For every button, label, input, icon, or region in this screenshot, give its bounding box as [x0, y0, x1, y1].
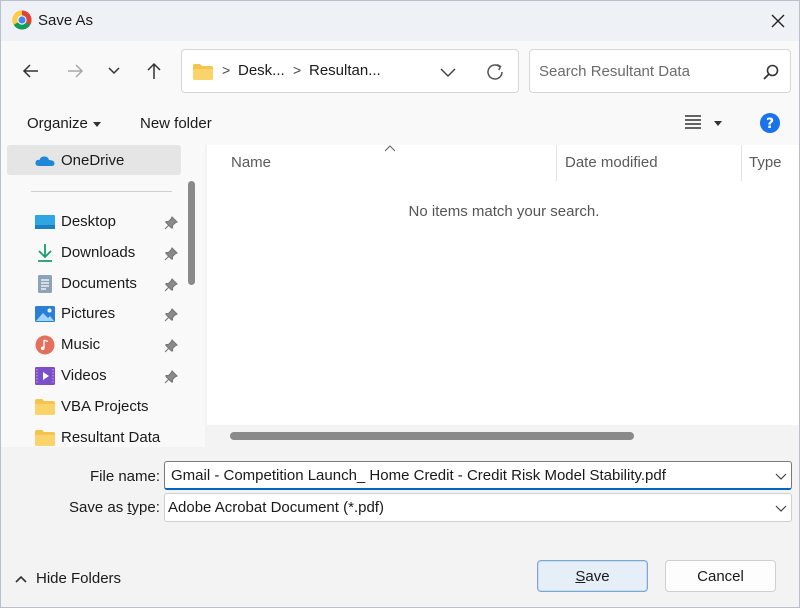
close-icon	[771, 14, 785, 28]
column-divider[interactable]	[556, 145, 557, 181]
column-divider[interactable]	[741, 145, 742, 181]
file-list: Name Date modified Type No items match y…	[207, 145, 799, 447]
divider	[31, 191, 172, 192]
empty-state-message: No items match your search.	[408, 203, 600, 220]
pin-icon[interactable]	[164, 370, 178, 384]
documents-icon	[38, 275, 52, 293]
caret-down-icon	[93, 122, 101, 127]
folder-icon	[35, 399, 55, 415]
svg-text:?: ?	[766, 116, 774, 132]
download-icon	[38, 244, 52, 262]
up-button[interactable]	[138, 55, 170, 87]
sidebar-item-label: Resultant Data	[61, 429, 161, 446]
sidebar-scrollbar[interactable]	[188, 181, 195, 285]
music-icon	[35, 335, 55, 355]
file-name-label: File name:	[90, 468, 161, 485]
chevron-down-icon[interactable]	[775, 473, 787, 480]
sidebar-item-label: Desktop	[61, 213, 117, 230]
breadcrumb-resultant[interactable]: Resultan...	[309, 62, 381, 79]
save-label-accel: S	[575, 567, 586, 585]
help-icon[interactable]: ?	[759, 112, 781, 134]
folder-icon	[193, 64, 213, 80]
file-name-value: Gmail - Competition Launch_ Home Credit …	[171, 467, 666, 484]
breadcrumb-separator: >	[293, 62, 302, 78]
onedrive-icon	[35, 156, 55, 166]
search-icon[interactable]	[762, 63, 780, 81]
sidebar-item-label: Videos	[61, 367, 107, 384]
save-as-type-value: Adobe Acrobat Document (*.pdf)	[168, 499, 384, 516]
address-bar[interactable]: > Desk... > Resultan...	[181, 49, 519, 93]
desktop-icon	[35, 215, 55, 229]
sidebar-item-desktop[interactable]: Desktop	[35, 208, 185, 236]
search-box[interactable]: Search Resultant Data	[529, 49, 791, 93]
sidebar-item-music[interactable]: Music	[35, 331, 185, 359]
sort-ascending-icon	[384, 145, 396, 152]
save-as-dialog: Save As > Desk... > Resultan... Search R…	[0, 0, 800, 608]
pin-icon[interactable]	[164, 216, 178, 230]
pin-icon[interactable]	[164, 278, 178, 292]
scrollbar-thumb[interactable]	[230, 432, 634, 440]
cancel-button[interactable]: Cancel	[665, 560, 776, 592]
sidebar-item-videos[interactable]: Videos	[35, 362, 185, 390]
sidebar-item-label: OneDrive	[61, 152, 125, 169]
horizontal-scrollbar[interactable]	[207, 425, 799, 447]
navigation-pane: OneDrive Desktop Downloads Documents Pic…	[1, 145, 205, 447]
folder-icon	[35, 430, 55, 446]
address-dropdown-icon[interactable]	[439, 64, 457, 80]
forward-button[interactable]	[59, 55, 91, 87]
pictures-icon	[35, 306, 55, 322]
chevron-down-icon[interactable]	[775, 505, 787, 512]
sidebar-item-vba-projects[interactable]: VBA Projects	[35, 393, 185, 421]
back-button[interactable]	[15, 55, 47, 87]
arrow-up-icon	[147, 62, 161, 79]
pin-icon[interactable]	[164, 247, 178, 261]
save-as-type-select[interactable]: Adobe Acrobat Document (*.pdf)	[164, 493, 792, 522]
sidebar-item-label: Downloads	[61, 244, 136, 261]
sidebar-item-pictures[interactable]: Pictures	[35, 300, 185, 328]
recent-locations-button[interactable]	[98, 55, 130, 87]
save-as-type-label-suffix: ype:	[131, 499, 160, 516]
sidebar-item-resultant-data[interactable]: Resultant Data	[35, 424, 185, 447]
sidebar-item-documents[interactable]: Documents	[35, 270, 185, 298]
pin-icon[interactable]	[164, 339, 178, 353]
sidebar-item-onedrive[interactable]: OneDrive	[35, 147, 185, 175]
breadcrumb-desktop[interactable]: Desk...	[238, 62, 285, 79]
arrow-left-icon	[22, 64, 38, 78]
sidebar-item-label: Documents	[61, 275, 137, 292]
command-bar: Organize New folder	[1, 103, 799, 145]
hide-folders-button[interactable]: Hide Folders	[15, 570, 135, 590]
sidebar-item-label: Pictures	[61, 305, 116, 322]
organize-button[interactable]: Organize	[27, 115, 88, 132]
breadcrumb-separator: >	[222, 62, 231, 78]
save-button[interactable]: Save	[537, 560, 648, 592]
save-as-type-label: Save as type:	[69, 499, 160, 516]
caret-down-icon[interactable]	[714, 121, 722, 126]
sidebar-item-label: VBA Projects	[61, 398, 149, 415]
sidebar-item-label: Music	[61, 336, 101, 353]
save-label-rest: ave	[585, 567, 610, 585]
close-button[interactable]	[757, 1, 799, 41]
sidebar-item-downloads[interactable]: Downloads	[35, 239, 185, 267]
pin-icon[interactable]	[164, 308, 178, 322]
search-input[interactable]: Search Resultant Data	[539, 63, 690, 80]
chevron-up-icon	[15, 575, 27, 583]
title-bar: Save As	[1, 1, 799, 41]
save-as-type-label-prefix: Save as	[69, 499, 128, 516]
window-title: Save As	[38, 12, 94, 29]
navigation-bar: > Desk... > Resultan... Search Resultant…	[1, 41, 799, 103]
refresh-icon[interactable]	[484, 61, 506, 83]
chevron-down-icon	[108, 67, 120, 75]
new-folder-button[interactable]: New folder	[140, 115, 212, 132]
column-header-type[interactable]: Type	[749, 154, 782, 171]
column-header-date-modified[interactable]: Date modified	[565, 154, 658, 171]
hide-folders-label: Hide Folders	[36, 570, 122, 587]
file-name-input[interactable]: Gmail - Competition Launch_ Home Credit …	[164, 461, 792, 490]
videos-icon	[35, 367, 55, 385]
list-view-icon[interactable]	[683, 113, 703, 131]
chrome-icon	[12, 10, 32, 30]
column-header-name[interactable]: Name	[231, 154, 271, 171]
arrow-right-icon	[68, 64, 84, 78]
